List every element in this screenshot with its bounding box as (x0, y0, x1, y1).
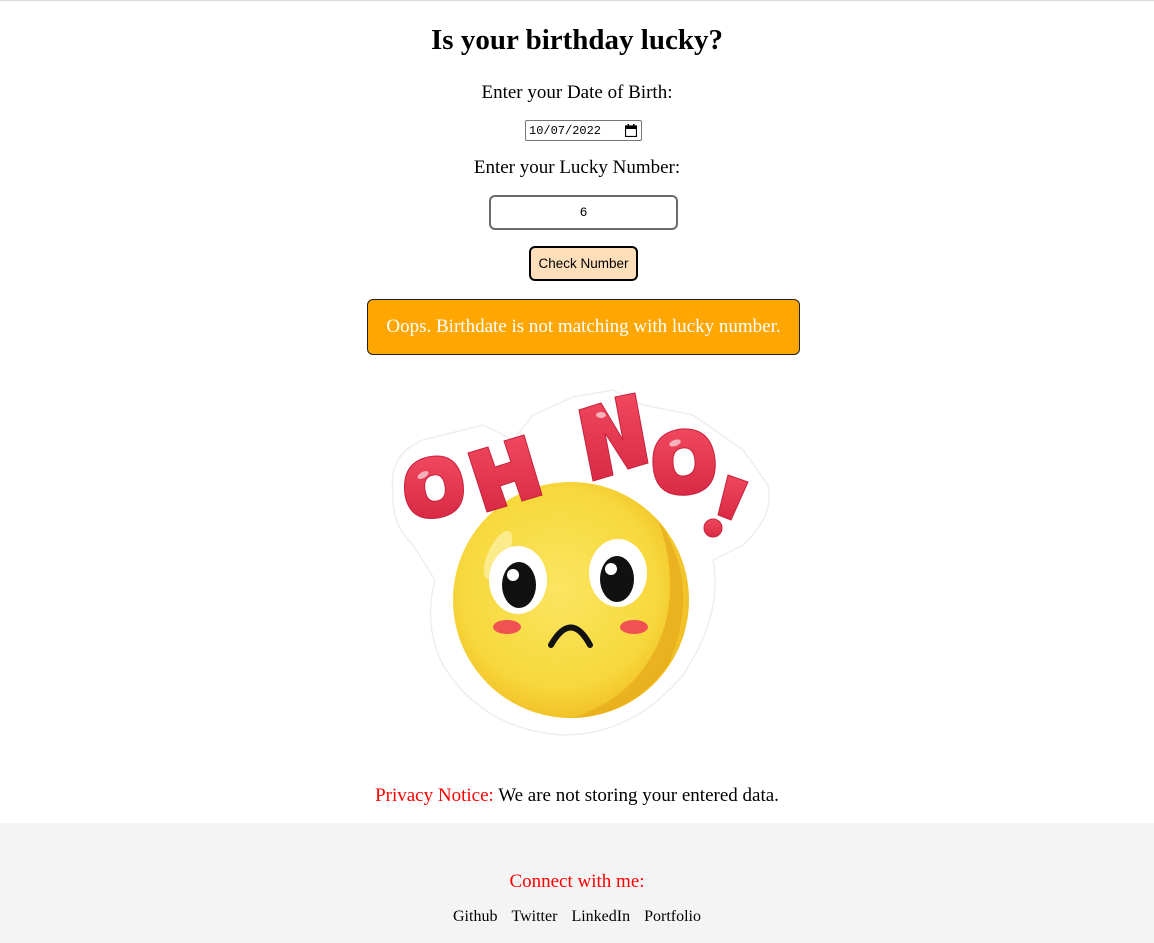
portfolio-link[interactable]: Portfolio (644, 908, 701, 925)
calendar-icon[interactable] (625, 124, 637, 137)
privacy-notice: Privacy Notice: We are not storing your … (0, 785, 1154, 807)
footer-heading: Connect with me: (509, 871, 645, 892)
lucky-number-label: Enter your Lucky Number: (473, 157, 681, 178)
check-number-button[interactable]: Check Number (529, 246, 638, 281)
privacy-notice-label: Privacy Notice: (375, 785, 494, 806)
twitter-link[interactable]: Twitter (511, 908, 557, 925)
dob-label: Enter your Date of Birth: (481, 82, 673, 103)
result-message: Oops. Birthdate is not matching with luc… (367, 299, 800, 355)
footer-links: Github Twitter LinkedIn Portfolio (0, 908, 1154, 926)
oh-no-sticker-image (391, 389, 770, 736)
main-section: Is your birthday lucky? Enter your Date … (0, 0, 1154, 823)
page-title: Is your birthday lucky? (431, 24, 723, 56)
linkedin-link[interactable]: LinkedIn (571, 908, 630, 925)
dob-date-input[interactable]: 10/07/2022 (525, 120, 642, 141)
github-link[interactable]: Github (453, 908, 497, 925)
footer: Connect with me: Github Twitter LinkedIn… (0, 823, 1154, 943)
lucky-number-input[interactable]: 6 (489, 195, 678, 230)
dob-value: 10/07/2022 (529, 123, 602, 138)
privacy-notice-text: We are not storing your entered data. (493, 785, 779, 806)
